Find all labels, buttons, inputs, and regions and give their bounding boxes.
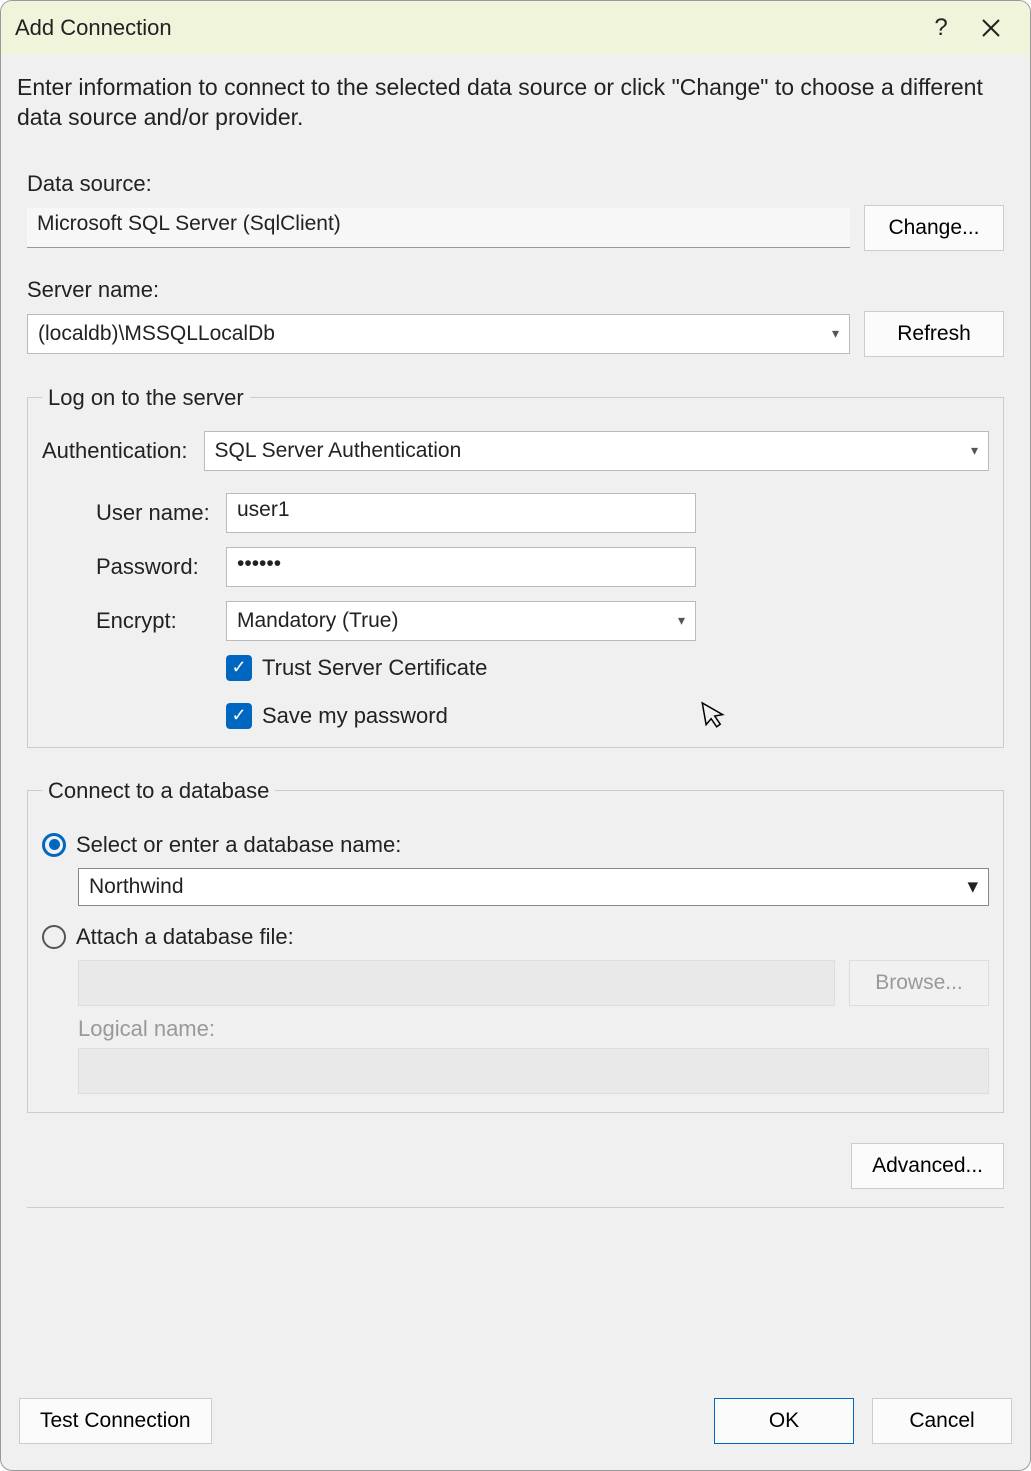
intro-text: Enter information to connect to the sele…	[17, 73, 1014, 133]
chevron-down-icon: ▾	[967, 874, 978, 899]
attach-file-label: Attach a database file:	[76, 924, 294, 950]
attach-file-radio[interactable]	[42, 925, 66, 949]
titlebar: Add Connection ?	[1, 1, 1030, 55]
authentication-label: Authentication:	[42, 438, 188, 464]
database-name-value: Northwind	[89, 875, 184, 899]
trust-certificate-label: Trust Server Certificate	[262, 655, 487, 681]
data-source-field: Microsoft SQL Server (SqlClient)	[27, 208, 850, 248]
data-source-label: Data source:	[27, 171, 1014, 197]
select-database-radio[interactable]	[42, 833, 66, 857]
password-input[interactable]: ••••••	[226, 547, 696, 587]
chevron-down-icon: ▾	[678, 612, 685, 629]
dialog-title: Add Connection	[15, 15, 916, 41]
separator	[27, 1207, 1004, 1208]
authentication-value: SQL Server Authentication	[215, 439, 462, 463]
help-button[interactable]: ?	[916, 3, 966, 53]
logon-group: Log on to the server Authentication: SQL…	[27, 385, 1004, 748]
ok-button[interactable]: OK	[714, 1398, 854, 1444]
chevron-down-icon: ▾	[971, 442, 978, 459]
save-password-label: Save my password	[262, 703, 448, 729]
dialog-footer: Test Connection OK Cancel	[1, 1376, 1030, 1470]
save-password-checkbox[interactable]: ✓	[226, 703, 252, 729]
logon-legend: Log on to the server	[42, 385, 250, 411]
server-name-value: (localdb)\MSSQLLocalDb	[38, 322, 275, 346]
advanced-button[interactable]: Advanced...	[851, 1143, 1004, 1189]
attach-file-input	[78, 960, 835, 1006]
trust-certificate-checkbox[interactable]: ✓	[226, 655, 252, 681]
select-database-label: Select or enter a database name:	[76, 832, 401, 858]
logical-name-input	[78, 1048, 989, 1094]
test-connection-button[interactable]: Test Connection	[19, 1398, 212, 1444]
authentication-select[interactable]: SQL Server Authentication ▾	[204, 431, 989, 471]
connect-database-group: Connect to a database Select or enter a …	[27, 778, 1004, 1113]
connect-database-legend: Connect to a database	[42, 778, 275, 804]
chevron-down-icon: ▾	[832, 325, 839, 342]
add-connection-dialog: Add Connection ? Enter information to co…	[0, 0, 1031, 1471]
encrypt-value: Mandatory (True)	[237, 609, 398, 633]
refresh-button[interactable]: Refresh	[864, 311, 1004, 357]
database-name-combo[interactable]: Northwind ▾	[78, 868, 989, 906]
username-input[interactable]: user1	[226, 493, 696, 533]
encrypt-label: Encrypt:	[56, 608, 226, 634]
server-name-label: Server name:	[27, 277, 1014, 303]
server-name-combo[interactable]: (localdb)\MSSQLLocalDb ▾	[27, 314, 850, 354]
browse-button: Browse...	[849, 960, 989, 1006]
close-button[interactable]	[966, 3, 1016, 53]
close-icon	[981, 18, 1001, 38]
cancel-button[interactable]: Cancel	[872, 1398, 1012, 1444]
logical-name-label: Logical name:	[78, 1016, 989, 1042]
username-label: User name:	[56, 500, 226, 526]
encrypt-select[interactable]: Mandatory (True) ▾	[226, 601, 696, 641]
password-label: Password:	[56, 554, 226, 580]
change-button[interactable]: Change...	[864, 205, 1004, 251]
